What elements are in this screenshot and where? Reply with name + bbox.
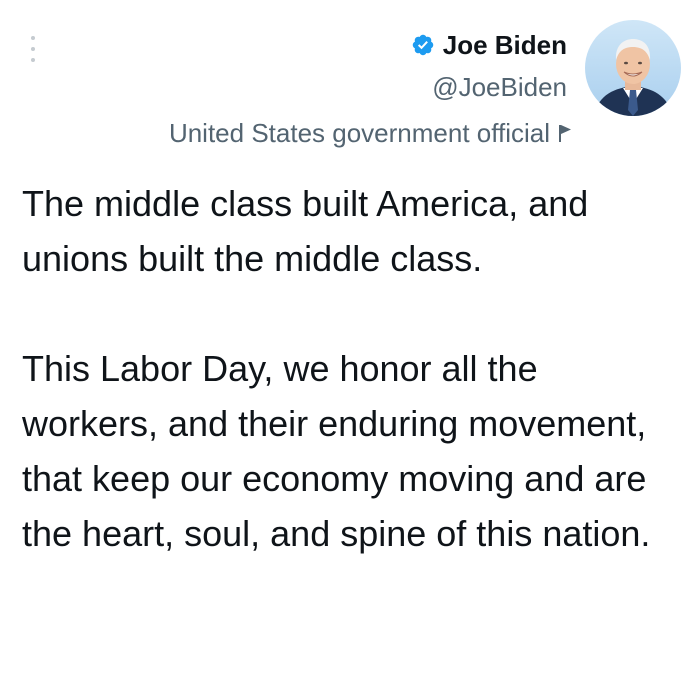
menu-dot xyxy=(31,36,35,40)
menu-dot xyxy=(31,58,35,62)
author-name-row[interactable]: Joe Biden xyxy=(411,28,567,62)
menu-dot xyxy=(31,47,35,51)
user-handle[interactable]: @JoeBiden xyxy=(432,72,567,103)
verified-badge-icon xyxy=(412,34,433,56)
tweet-paragraph-2: This Labor Day, we honor all the workers… xyxy=(22,348,651,554)
government-label[interactable]: United States government official xyxy=(169,118,550,149)
tweet-paragraph-1: The middle class built America, and unio… xyxy=(22,183,589,279)
display-name[interactable]: Joe Biden xyxy=(443,30,567,61)
account-label-row[interactable]: United States government official xyxy=(169,116,572,150)
flag-icon xyxy=(558,123,572,143)
profile-avatar[interactable] xyxy=(585,20,681,116)
more-options-icon[interactable] xyxy=(26,36,40,62)
tweet-body: The middle class built America, and unio… xyxy=(22,176,682,561)
